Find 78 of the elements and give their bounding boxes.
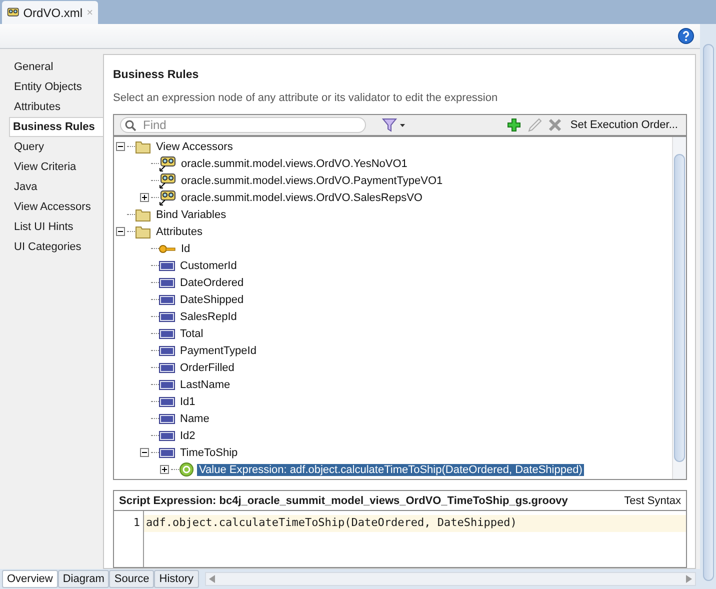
tab-title: OrdVO.xml (23, 6, 83, 20)
tree-item[interactable]: CustomerId (178, 260, 239, 272)
search-field[interactable]: Find (120, 117, 366, 133)
nav-item[interactable]: General (0, 57, 103, 77)
folder-icon (135, 208, 151, 222)
expand-toggle[interactable] (160, 465, 169, 474)
attribute-icon (159, 380, 175, 390)
section-heading: Business Rules (113, 69, 200, 81)
line-number: 1 (133, 516, 140, 531)
attribute-icon (159, 328, 175, 338)
key-icon (159, 244, 176, 254)
folder-icon (135, 224, 151, 238)
tree-item[interactable]: Id2 (178, 430, 198, 442)
collapse-toggle[interactable] (116, 142, 125, 151)
scroll-left-icon[interactable] (208, 575, 215, 583)
add-icon[interactable] (507, 118, 522, 132)
view-object-icon (159, 156, 176, 172)
scrollbar[interactable] (672, 137, 686, 479)
view-object-icon (159, 190, 176, 206)
tree-item[interactable]: Value Expression: adf.object.calculateTimeToShip(DateOrdered, DateShipped) (197, 464, 584, 476)
collapse-toggle[interactable] (140, 448, 149, 457)
bottom-tab[interactable]: Source (109, 570, 154, 588)
attribute-icon (159, 294, 175, 304)
folder-icon (135, 140, 151, 154)
attribute-icon (159, 260, 175, 270)
bottom-tab[interactable]: Diagram (58, 570, 110, 588)
tree-item[interactable]: oracle.summit.model.views.OrdVO.YesNoVO1 (179, 158, 410, 170)
tree-item[interactable]: Id1 (178, 396, 198, 408)
delete-icon[interactable] (548, 118, 562, 132)
editor-tab[interactable]: OrdVO.xml × (2, 1, 98, 24)
scroll-right-icon[interactable] (686, 575, 692, 583)
tree-item[interactable]: DateOrdered (178, 276, 246, 288)
attribute-icon (159, 430, 175, 440)
tree-item[interactable]: LastName (178, 378, 232, 390)
nav-item[interactable]: Query (0, 137, 103, 157)
instructions-text: Select an expression node of any attribute or its validator to edit the expression (113, 92, 499, 104)
attribute-icon (159, 396, 175, 406)
test-syntax-button[interactable]: Test Syntax (624, 494, 681, 506)
horizontal-scrollbar[interactable] (204, 572, 696, 586)
groovy-icon (179, 462, 194, 477)
expand-toggle[interactable] (140, 193, 149, 202)
nav-item[interactable]: Java (0, 177, 103, 197)
nav-item[interactable]: List UI Hints (0, 217, 103, 237)
view-object-icon (159, 172, 176, 188)
nav-item[interactable]: Entity Objects (0, 77, 103, 97)
nav-item[interactable]: View Criteria (0, 157, 103, 177)
tree-item[interactable]: Name (178, 412, 212, 424)
tree-item[interactable]: TimeToShip (178, 446, 240, 458)
script-title: Script Expression: bc4j_oracle_summit_model_views_OrdVO_TimeToShip_gs.groovy (119, 494, 568, 506)
tree-item[interactable]: Id (179, 242, 192, 254)
nav-item[interactable]: View Accessors (0, 197, 103, 217)
set-execution-order-button[interactable]: Set Execution Order... (568, 119, 680, 131)
bottom-tab[interactable]: Overview (2, 570, 58, 588)
tree-item[interactable]: oracle.summit.model.views.OrdVO.SalesRepsVO (179, 192, 424, 204)
tree-item[interactable]: Attributes (154, 226, 204, 238)
tree-item[interactable]: SalesRepId (178, 310, 239, 322)
tree-item[interactable]: Bind Variables (154, 208, 228, 220)
nav-item[interactable]: Attributes (0, 97, 103, 117)
bottom-tab[interactable]: History (154, 570, 199, 588)
tree-item[interactable]: View Accessors (154, 140, 235, 152)
attribute-icon (159, 448, 175, 458)
attribute-icon (159, 414, 175, 424)
nav-item[interactable]: UI Categories (0, 237, 103, 257)
help-icon[interactable] (678, 28, 694, 44)
attribute-icon (159, 278, 175, 288)
tree-item[interactable]: PaymentTypeId (178, 344, 258, 356)
nav-item[interactable]: Business Rules (9, 117, 103, 137)
attribute-icon (159, 346, 175, 356)
tree-item[interactable]: OrderFilled (178, 362, 236, 374)
filter-icon[interactable] (382, 118, 406, 132)
attribute-icon (159, 362, 175, 372)
tree-item[interactable]: DateShipped (178, 294, 246, 306)
search-icon (125, 120, 136, 131)
collapse-toggle[interactable] (116, 227, 125, 236)
tree-item[interactable]: Total (178, 328, 206, 340)
view-object-icon (7, 6, 20, 19)
attribute-icon (159, 312, 175, 322)
tree-item[interactable]: oracle.summit.model.views.OrdVO.PaymentTypeVO1 (179, 174, 445, 186)
